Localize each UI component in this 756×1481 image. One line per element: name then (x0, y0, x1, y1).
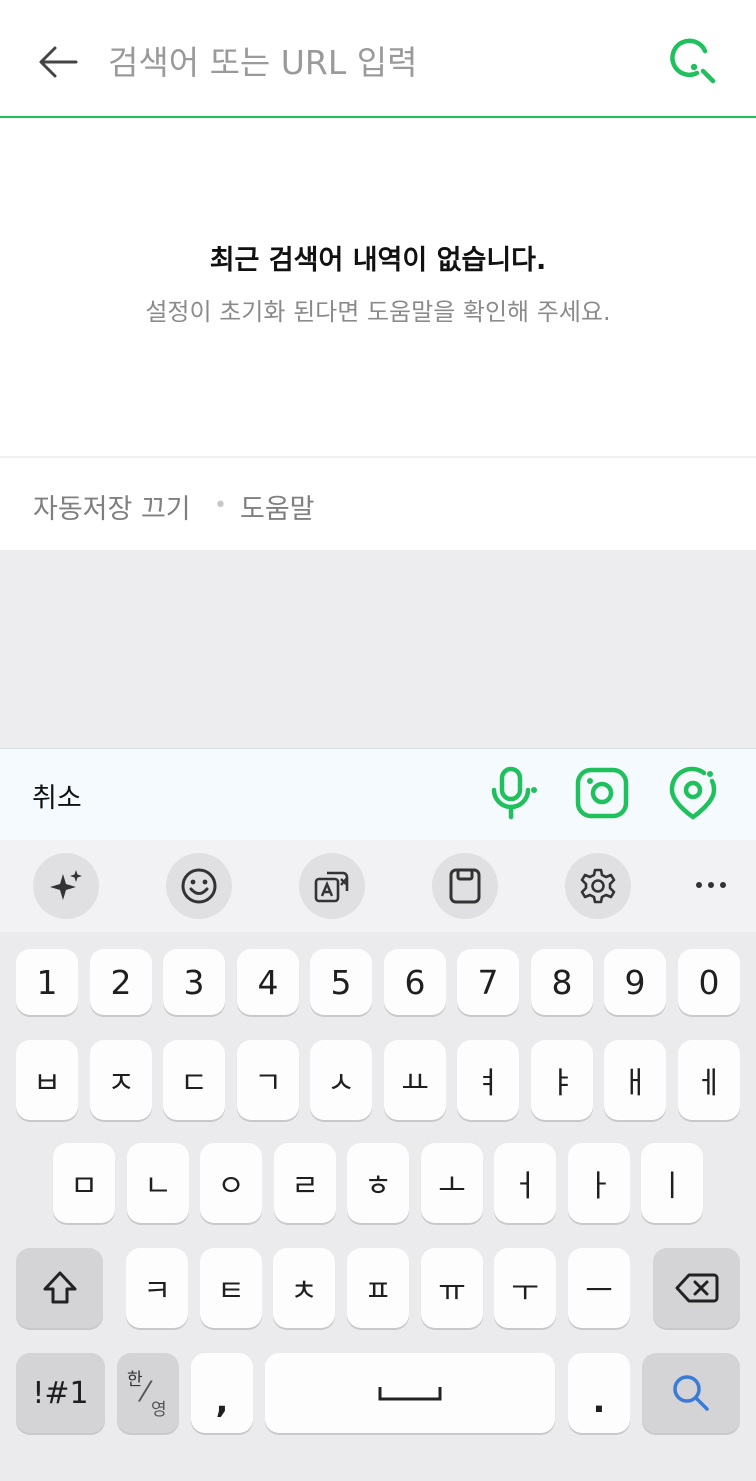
key-tieut[interactable]: ㅌ (200, 1248, 262, 1328)
space-icon (378, 1387, 442, 1401)
cancel-button[interactable]: 취소 (32, 776, 82, 815)
voice-search-button[interactable] (484, 765, 540, 821)
keyboard-settings-button[interactable] (565, 853, 631, 919)
translate-button[interactable] (299, 853, 365, 919)
key-digeut[interactable]: ㄷ (163, 1040, 225, 1120)
search-action-key[interactable] (642, 1353, 740, 1433)
key-bieup[interactable]: ㅂ (16, 1040, 78, 1120)
space-key[interactable] (265, 1353, 555, 1433)
key-6[interactable]: 6 (384, 949, 446, 1015)
back-button[interactable] (26, 30, 90, 94)
period-key[interactable]: . (568, 1353, 630, 1433)
key-mieum[interactable]: ㅁ (53, 1143, 115, 1223)
ai-writing-button[interactable] (33, 853, 99, 919)
location-search-button[interactable] (665, 765, 721, 821)
clipboard-icon (449, 868, 481, 904)
key-rieul[interactable]: ㄹ (274, 1143, 336, 1223)
key-1[interactable]: 1 (16, 949, 78, 1015)
search-input[interactable] (108, 36, 648, 88)
key-eo[interactable]: ㅓ (494, 1143, 556, 1223)
shift-key[interactable] (16, 1248, 103, 1328)
emoji-icon (181, 868, 217, 904)
blank-area (0, 550, 756, 748)
key-9[interactable]: 9 (604, 949, 666, 1015)
key-giyeok[interactable]: ㄱ (237, 1040, 299, 1120)
key-ae[interactable]: ㅐ (604, 1040, 666, 1120)
emoji-button[interactable] (166, 853, 232, 919)
key-yeo[interactable]: ㅕ (457, 1040, 519, 1120)
empty-state-subtitle: 설정이 초기화 된다면 도움말을 확인해 주세요. (145, 298, 611, 326)
lang-slash: ⁄ (143, 1375, 148, 1408)
camera-lens-icon (575, 767, 629, 819)
key-7[interactable]: 7 (457, 949, 519, 1015)
key-u[interactable]: ㅜ (494, 1248, 556, 1328)
help-link[interactable]: 도움말 (240, 487, 315, 526)
autosave-off-link[interactable]: 자동저장 끄기 (33, 487, 191, 526)
key-chieut[interactable]: ㅊ (273, 1248, 335, 1328)
location-pin-icon (669, 766, 717, 820)
key-2[interactable]: 2 (90, 949, 152, 1015)
key-ieung[interactable]: ㅇ (200, 1143, 262, 1223)
key-i[interactable]: ㅣ (641, 1143, 703, 1223)
key-nieun[interactable]: ㄴ (127, 1143, 189, 1223)
input-toolbar (0, 748, 756, 841)
key-e[interactable]: ㅔ (678, 1040, 740, 1120)
comma-key[interactable]: , (191, 1353, 253, 1433)
key-eu[interactable]: ㅡ (568, 1248, 630, 1328)
lens-search-button[interactable] (574, 765, 630, 821)
key-5[interactable]: 5 (310, 949, 372, 1015)
microphone-icon (491, 766, 537, 820)
clipboard-button[interactable] (432, 853, 498, 919)
empty-state-title: 최근 검색어 내역이 없습니다. (209, 245, 547, 276)
key-o[interactable]: ㅗ (421, 1143, 483, 1223)
key-8[interactable]: 8 (531, 949, 593, 1015)
lang-english-label: 영 (151, 1400, 167, 1420)
lang-korean-label: 한 (127, 1370, 143, 1390)
divider (0, 456, 756, 458)
key-ya[interactable]: ㅑ (531, 1040, 593, 1120)
search-icon (670, 38, 716, 84)
more-icon (696, 882, 726, 888)
sparkle-ai-icon (50, 870, 82, 900)
key-yo[interactable]: ㅛ (384, 1040, 446, 1120)
keyboard-tool-row (0, 840, 756, 932)
key-a[interactable]: ㅏ (568, 1143, 630, 1223)
backspace-key[interactable] (653, 1248, 740, 1328)
language-switch-key[interactable]: 한 ⁄ 영 (117, 1353, 179, 1433)
key-pieup[interactable]: ㅍ (347, 1248, 409, 1328)
key-0[interactable]: 0 (678, 949, 740, 1015)
more-options-button[interactable] (686, 862, 736, 908)
separator-dot: • (214, 493, 227, 518)
symbols-key[interactable]: !#1 (16, 1353, 105, 1433)
backspace-icon (675, 1273, 718, 1303)
key-siot[interactable]: ㅅ (310, 1040, 372, 1120)
key-yu[interactable]: ㅠ (421, 1248, 483, 1328)
key-3[interactable]: 3 (163, 949, 225, 1015)
shift-icon (43, 1271, 76, 1304)
search-submit-button[interactable] (660, 28, 726, 94)
key-4[interactable]: 4 (237, 949, 299, 1015)
back-arrow-icon (39, 46, 78, 78)
settings-icon (580, 868, 616, 904)
key-hieut[interactable]: ㅎ (347, 1143, 409, 1223)
key-jieut[interactable]: ㅈ (90, 1040, 152, 1120)
translate-icon (314, 871, 349, 903)
search-key-icon (673, 1375, 709, 1411)
key-kieuk[interactable]: ㅋ (126, 1248, 188, 1328)
